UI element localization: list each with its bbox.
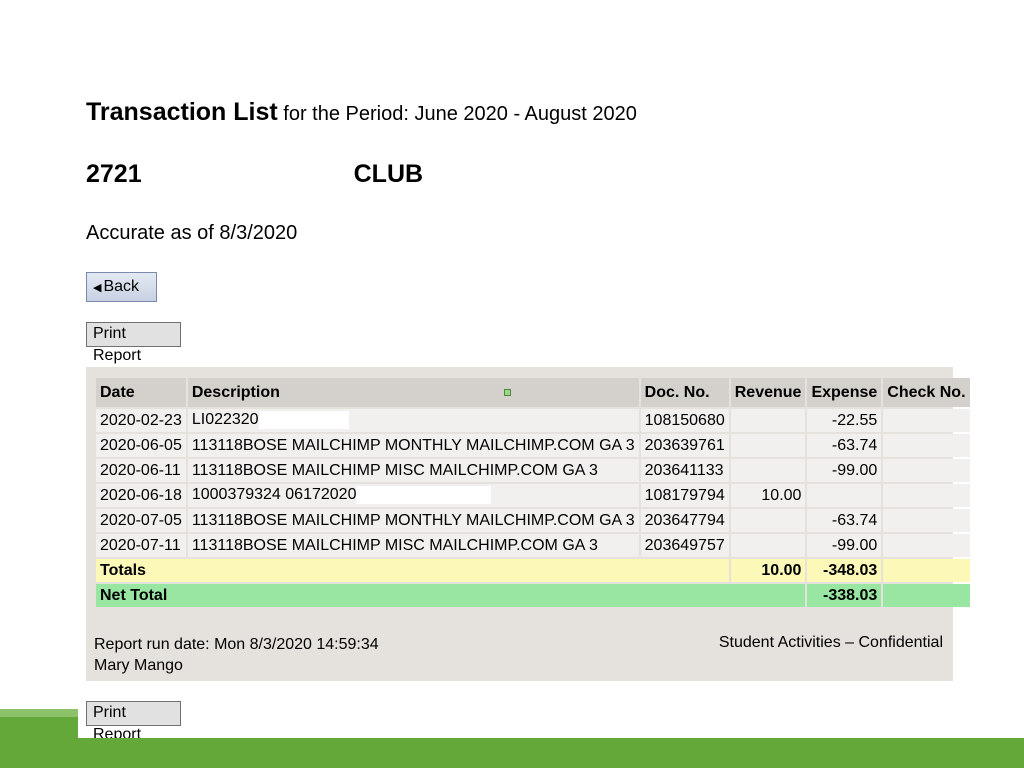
back-arrow-icon: ◀ (93, 282, 102, 294)
totals-check-no (883, 559, 970, 582)
transaction-table: Date Description Doc. No. Revenue Expens… (94, 376, 972, 609)
cell-revenue (730, 509, 806, 532)
cell-expense: -22.55 (807, 409, 882, 432)
cell-expense (807, 484, 882, 507)
cell-date: 2020-02-23 (96, 409, 186, 432)
table-row: 2020-06-18 1000379324 06172020 108179794… (96, 484, 970, 507)
cell-date: 2020-07-05 (96, 509, 186, 532)
cell-doc-no: 108150680 (640, 409, 729, 432)
print-report-button-bottom[interactable]: Print Report (86, 701, 181, 743)
cell-description: LI022320 (187, 409, 639, 432)
cell-check-no (883, 434, 970, 457)
table-row: 2020-06-11 113118BOSE MAILCHIMP MISC MAI… (96, 459, 970, 482)
cell-description: 113118BOSE MAILCHIMP MISC MAILCHIMP.COM … (187, 534, 639, 557)
totals-expense: -348.03 (807, 559, 882, 582)
header-date: Date (96, 378, 186, 407)
redacted-text (258, 411, 349, 430)
header-revenue: Revenue (730, 378, 806, 407)
club-name-right: CLUB (353, 160, 424, 188)
net-total-check-no (883, 584, 970, 607)
report-title-bold: Transaction List (86, 98, 278, 126)
cell-check-no (883, 484, 970, 507)
cell-revenue (730, 459, 806, 482)
club-name: 2721 CLUB (86, 160, 423, 189)
table-header-row: Date Description Doc. No. Revenue Expens… (96, 378, 970, 407)
cell-expense: -63.74 (807, 434, 882, 457)
totals-row: Totals 10.00 -348.03 (96, 559, 970, 582)
cell-doc-no: 108179794 (640, 484, 729, 507)
cell-revenue (730, 434, 806, 457)
decorative-green-bar (78, 738, 1024, 768)
cell-revenue (730, 409, 806, 432)
report-title: Transaction List for the Period: June 20… (86, 98, 637, 127)
header-check-no: Check No. (883, 378, 970, 407)
header-expense: Expense (807, 378, 882, 407)
table-row: 2020-07-05 113118BOSE MAILCHIMP MONTHLY … (96, 509, 970, 532)
cell-date: 2020-06-05 (96, 434, 186, 457)
cell-description: 1000379324 06172020 (187, 484, 639, 507)
cell-expense: -99.00 (807, 459, 882, 482)
cell-revenue: 10.00 (730, 484, 806, 507)
cell-description: 113118BOSE MAILCHIMP MISC MAILCHIMP.COM … (187, 459, 639, 482)
accurate-as-of: Accurate as of 8/3/2020 (86, 222, 298, 244)
cell-date: 2020-06-11 (96, 459, 186, 482)
back-button-label: Back (103, 278, 140, 295)
cell-description-text: 1000379324 06172020 (191, 486, 357, 504)
cell-description-text: LI022320 (191, 411, 259, 429)
cell-description: 113118BOSE MAILCHIMP MONTHLY MAILCHIMP.C… (187, 434, 639, 457)
totals-label: Totals (96, 559, 729, 582)
cell-doc-no: 203647794 (640, 509, 729, 532)
cell-expense: -63.74 (807, 509, 882, 532)
resize-marker-icon (503, 388, 511, 396)
report-run-info: Report run date: Mon 8/3/2020 14:59:34 M… (94, 634, 379, 676)
transaction-panel: Date Description Doc. No. Revenue Expens… (86, 367, 970, 681)
table-row: 2020-07-11 113118BOSE MAILCHIMP MISC MAI… (96, 534, 970, 557)
totals-revenue: 10.00 (730, 559, 806, 582)
net-total-row: Net Total -338.03 (96, 584, 970, 607)
table-row: 2020-06-05 113118BOSE MAILCHIMP MONTHLY … (96, 434, 970, 457)
decorative-green-block (0, 709, 78, 768)
print-report-button-top[interactable]: Print Report (86, 322, 181, 364)
header-description: Description (187, 378, 639, 407)
cell-doc-no: 203641133 (640, 459, 729, 482)
cell-revenue (730, 534, 806, 557)
table-row: 2020-02-23 LI022320 108150680 -22.55 (96, 409, 970, 432)
club-name-left: 2721 (86, 160, 142, 188)
cell-description: 113118BOSE MAILCHIMP MONTHLY MAILCHIMP.C… (187, 509, 639, 532)
report-period: for the Period: June 2020 - August 2020 (283, 103, 637, 125)
report-run-by: Mary Mango (94, 657, 183, 674)
net-total-label: Net Total (96, 584, 806, 607)
back-button[interactable]: ◀ Back (86, 272, 157, 302)
cell-date: 2020-06-18 (96, 484, 186, 507)
header-description-label: Description (191, 383, 280, 401)
net-total-expense: -338.03 (807, 584, 882, 607)
cell-check-no (883, 459, 970, 482)
cell-doc-no: 203649757 (640, 534, 729, 557)
cell-check-no (883, 409, 970, 432)
cell-check-no (883, 534, 970, 557)
confidential-notice: Student Activities – Confidential (718, 634, 943, 651)
header-doc-no: Doc. No. (640, 378, 729, 407)
cell-doc-no: 203639761 (640, 434, 729, 457)
cell-check-no (883, 509, 970, 532)
redacted-text (356, 486, 492, 505)
cell-expense: -99.00 (807, 534, 882, 557)
report-run-date: Report run date: Mon 8/3/2020 14:59:34 (94, 636, 379, 653)
decorative-green-accent (0, 709, 78, 717)
cell-date: 2020-07-11 (96, 534, 186, 557)
